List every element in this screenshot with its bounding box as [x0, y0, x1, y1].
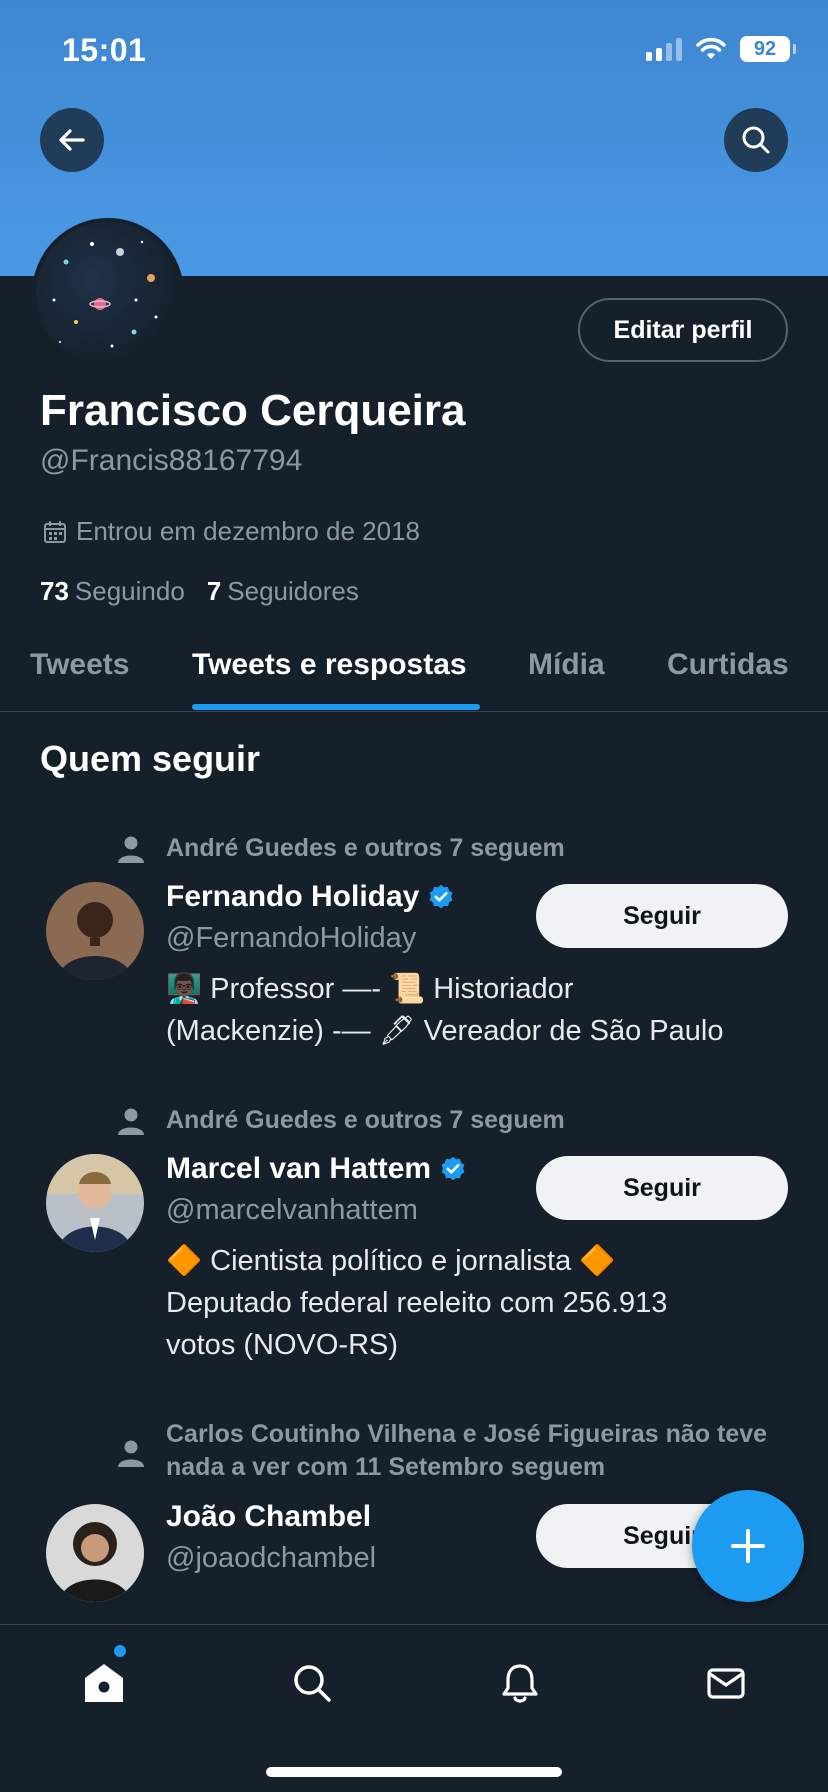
user-name: Marcel van Hattem: [166, 1152, 432, 1185]
user-handle: @FernandoHoliday: [166, 922, 417, 954]
person-icon: [118, 1108, 144, 1135]
avatar[interactable]: [46, 1504, 144, 1602]
avatar[interactable]: [46, 882, 144, 980]
follow-button[interactable]: Seguir: [536, 884, 788, 948]
profile-handle: @Francis88167794: [40, 444, 303, 477]
user-name: João Chambel: [166, 1500, 372, 1533]
nav-search[interactable]: [282, 1653, 342, 1713]
suggestion-name[interactable]: João Chambel: [166, 1500, 371, 1534]
following-label: Seguindo: [74, 576, 185, 606]
status-bar: 15:01 92: [0, 0, 828, 100]
plus-icon: [731, 1529, 765, 1563]
mail-icon: [707, 1668, 745, 1699]
bio-line: (Mackenzie) -— 🖋 Vereador de São Paulo: [166, 1015, 724, 1047]
arrow-left-icon: [59, 129, 85, 151]
bio-line: 👨🏿‍🏫 Professor —- 📜 Historiador: [166, 973, 574, 1005]
user-handle: @marcelvanhattem: [166, 1194, 418, 1226]
who-to-follow-title: Quem seguir: [40, 738, 261, 779]
bell-icon: [502, 1664, 538, 1703]
edit-profile-button[interactable]: Editar perfil: [578, 298, 788, 362]
nav-home[interactable]: [74, 1653, 134, 1713]
signal-icon: [646, 37, 682, 61]
tab-tweets-and-replies[interactable]: Tweets e respostas: [192, 648, 467, 682]
joined-text: Entrou em dezembro de 2018: [76, 516, 420, 546]
verified-badge-icon: [429, 884, 453, 909]
tab-likes[interactable]: Curtidas: [667, 648, 789, 682]
search-button[interactable]: [724, 108, 788, 172]
followers-count: 7: [206, 576, 222, 606]
bio-line: votos (NOVO-RS): [166, 1329, 399, 1361]
search-icon: [294, 1665, 331, 1702]
follow-stats: 73 Seguindo 7 Seguidores: [40, 576, 359, 607]
space-avatar-image: [52, 240, 158, 348]
calendar-icon: [44, 520, 66, 543]
search-icon: [742, 126, 770, 154]
active-tab-indicator: [192, 704, 480, 710]
status-icons: 92: [646, 36, 796, 62]
person-icon: [118, 1440, 144, 1467]
compose-tweet-button[interactable]: [692, 1490, 804, 1602]
joined-date: Entrou em dezembro de 2018: [42, 516, 420, 547]
wifi-icon: [696, 37, 726, 59]
following-count: 73: [40, 576, 69, 606]
home-icon: [85, 1664, 123, 1702]
avatar[interactable]: [46, 1154, 144, 1252]
status-time: 15:01: [62, 32, 147, 68]
notification-dot: [114, 1645, 126, 1657]
home-indicator: [266, 1767, 562, 1777]
user-photo: [46, 1154, 144, 1252]
user-name: Fernando Holiday: [166, 880, 420, 913]
user-bio: 👨🏿‍🏫 Professor —- 📜 Historiador (Mackenz…: [166, 968, 786, 1052]
bio-line: Deputado federal reeleito com 256.913: [166, 1287, 668, 1319]
profile-avatar[interactable]: [32, 218, 184, 370]
suggestion-name[interactable]: Marcel van Hattem: [166, 1152, 467, 1186]
bottom-navigation: [0, 1624, 828, 1792]
user-photo: [46, 1504, 144, 1602]
user-bio: 🔶 Cientista político e jornalista 🔶 Depu…: [166, 1240, 786, 1366]
following-link[interactable]: 73 Seguindo: [40, 576, 185, 607]
user-photo: [46, 882, 144, 980]
suggestion-name[interactable]: Fernando Holiday: [166, 880, 455, 914]
followers-label: Seguidores: [227, 576, 359, 606]
user-handle: @joaodchambel: [166, 1542, 377, 1574]
battery-icon: 92: [740, 36, 796, 62]
nav-messages[interactable]: [696, 1653, 756, 1713]
verified-badge-icon: [441, 1156, 465, 1181]
profile-tabs: Tweets Tweets e respostas Mídia Curtidas: [0, 640, 828, 712]
bio-line: 🔶 Cientista político e jornalista 🔶: [166, 1245, 616, 1277]
tab-tweets[interactable]: Tweets: [30, 648, 129, 682]
profile-name: Francisco Cerqueira: [40, 386, 466, 435]
social-context: André Guedes e outros 7 seguem: [166, 1106, 565, 1134]
nav-notifications[interactable]: [490, 1653, 550, 1713]
person-icon: [118, 836, 144, 863]
social-context: André Guedes e outros 7 seguem: [166, 834, 565, 862]
follow-button[interactable]: Seguir: [536, 1156, 788, 1220]
social-context: Carlos Coutinho Vilhena e José Figueiras…: [166, 1420, 768, 1481]
followers-link[interactable]: 7 Seguidores: [207, 576, 359, 607]
back-button[interactable]: [40, 108, 104, 172]
tab-media[interactable]: Mídia: [528, 648, 605, 682]
